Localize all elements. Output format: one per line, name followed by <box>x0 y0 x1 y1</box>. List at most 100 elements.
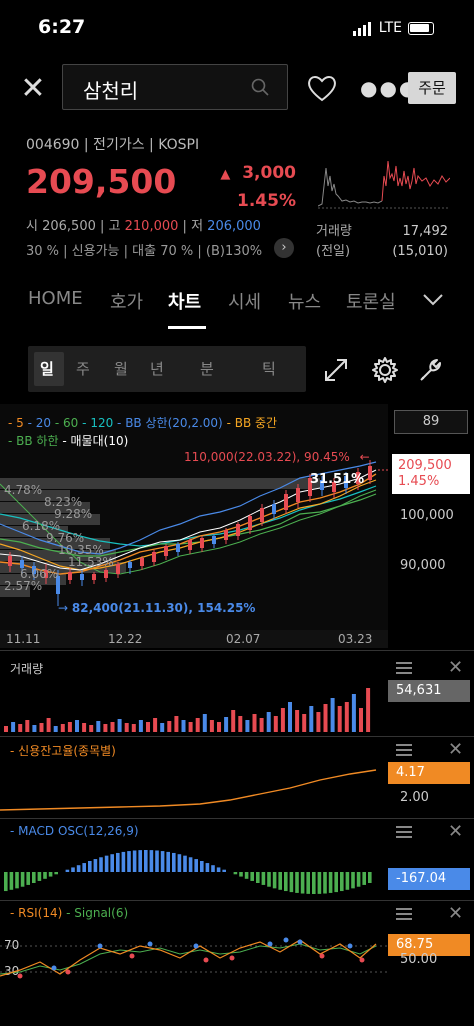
profile-label: 9.28% <box>54 507 93 521</box>
volume-bar <box>131 724 136 732</box>
close-panel-icon[interactable]: ✕ <box>448 659 463 677</box>
macd-bar <box>351 872 355 889</box>
rsi-marker <box>297 939 303 945</box>
rsi-marker <box>229 955 235 961</box>
tab-home[interactable]: HOME <box>28 288 83 309</box>
macd-bar <box>272 872 277 889</box>
macd-bar <box>317 872 322 894</box>
volume-bar <box>209 720 214 732</box>
macd-bar <box>9 872 14 890</box>
close-panel-icon[interactable]: ✕ <box>448 823 463 841</box>
period-day[interactable]: 일 <box>40 358 54 379</box>
tab-news[interactable]: 뉴스 <box>288 288 321 314</box>
close-icon[interactable]: ✕ <box>16 72 50 106</box>
macd-bar <box>54 872 58 875</box>
volume-bar <box>110 722 115 732</box>
period-tick[interactable]: 틱 <box>262 358 276 379</box>
menu-icon[interactable] <box>396 744 412 756</box>
rsi-marker <box>17 973 23 979</box>
volume-bar <box>89 725 94 732</box>
x-axis: 11.11 12.22 02.07 03.23 <box>0 630 388 648</box>
credit-tick: 2.00 <box>400 790 429 805</box>
macd-bar <box>250 872 254 881</box>
high-label: 고 <box>108 219 121 234</box>
chevron-right-icon[interactable]: › <box>274 238 294 258</box>
period-minute[interactable]: 분 <box>200 358 214 379</box>
volume-bar <box>174 716 179 732</box>
order-button[interactable]: 주문 <box>408 72 456 104</box>
volume-bar <box>103 724 108 732</box>
change-amount: 3,000 <box>242 163 296 183</box>
tab-chart[interactable]: 차트 <box>168 288 201 314</box>
macd-bar <box>99 857 103 872</box>
current-price: 209,500 <box>26 162 177 201</box>
macd-bar <box>65 869 70 872</box>
macd-bar <box>71 867 75 872</box>
macd-bar <box>88 861 92 872</box>
macd-bar <box>323 872 327 894</box>
macd-bar <box>284 872 288 892</box>
period-count-input[interactable]: 89 <box>394 410 468 434</box>
rsi-marker <box>319 953 325 959</box>
macd-bar <box>278 872 282 890</box>
status-time: 6:27 <box>38 16 86 38</box>
legend-ma5: 5 <box>16 416 24 430</box>
volume-bar <box>167 721 172 732</box>
volume-bar <box>138 720 143 732</box>
macd-bar <box>116 852 120 872</box>
macd-bar <box>295 872 299 893</box>
volume-bar <box>124 723 129 732</box>
volume-bar <box>316 712 321 732</box>
macd-bar <box>188 857 193 872</box>
macd-bar <box>144 850 148 872</box>
search-query: 삼천리 <box>83 79 139 103</box>
macd-bar <box>48 872 53 877</box>
menu-icon[interactable] <box>396 826 412 838</box>
rsi-marker <box>147 941 153 947</box>
left-arrow-icon: ← <box>359 450 370 464</box>
close-panel-icon[interactable]: ✕ <box>448 741 463 759</box>
close-panel-icon[interactable]: ✕ <box>448 905 463 923</box>
active-tab-underline <box>168 326 206 329</box>
rsi-marker <box>65 969 71 975</box>
volume-values: 17,492 (15,010) <box>392 222 448 262</box>
macd-bar <box>340 872 344 892</box>
tab-forum[interactable]: 토론실 <box>346 288 396 314</box>
volume-bar <box>160 723 165 732</box>
search-field[interactable]: 삼천리 <box>62 64 288 110</box>
volume-bars <box>4 688 371 732</box>
chevron-down-icon[interactable] <box>422 292 444 308</box>
volume-bar <box>67 722 72 732</box>
menu-icon[interactable] <box>396 662 412 674</box>
volume-bar <box>96 721 101 732</box>
chart-area[interactable]: - 5 - 20 - 60 - 120 - BB 상한(20,2.00) - B… <box>0 404 474 1026</box>
macd-bar <box>127 851 131 872</box>
panel-divider <box>0 900 474 901</box>
period-week[interactable]: 주 <box>76 358 90 379</box>
volume-bar <box>217 722 221 732</box>
macd-bar <box>306 872 310 894</box>
volume-bar <box>259 718 264 732</box>
open-label: 시 <box>26 219 38 234</box>
wrench-icon[interactable] <box>416 355 446 385</box>
favorite-heart-icon[interactable] <box>306 73 338 103</box>
min-note-text: 82,400(21.11.30), 154.25% <box>71 601 256 615</box>
gear-icon[interactable] <box>370 355 400 385</box>
open-value: 206,500 <box>42 219 96 234</box>
x-tick: 11.11 <box>6 632 41 646</box>
expand-icon[interactable] <box>322 356 350 384</box>
high-value: 210,000 <box>124 219 179 234</box>
period-month[interactable]: 월 <box>114 358 128 379</box>
menu-icon[interactable] <box>396 908 412 920</box>
volume-bar <box>252 714 257 732</box>
macd-bar <box>200 861 204 872</box>
y-tick-100000: 100,000 <box>400 508 454 523</box>
period-year[interactable]: 년 <box>150 358 164 379</box>
intraday-mini-chart <box>318 160 450 209</box>
volume-bar <box>25 720 30 732</box>
tab-hoga[interactable]: 호가 <box>110 288 143 314</box>
max-price-note: 110,000(22.03.22), 90.45% ← <box>184 450 370 464</box>
tab-sise[interactable]: 시세 <box>228 288 261 314</box>
x-tick: 03.23 <box>338 632 373 646</box>
macd-bar <box>345 872 350 890</box>
